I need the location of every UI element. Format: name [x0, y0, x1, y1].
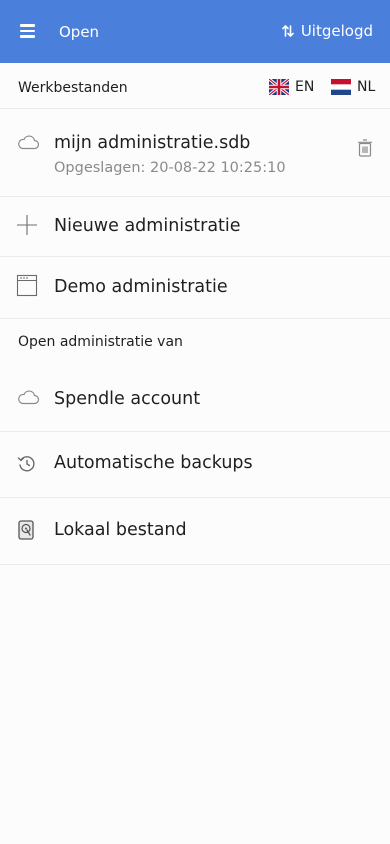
workfiles-heading: Werkbestanden	[18, 80, 128, 96]
spendle-account-row[interactable]: Spendle account	[0, 372, 390, 430]
new-administration-label: Nieuwe administratie	[54, 216, 241, 236]
automatic-backups-row[interactable]: Automatische backups	[0, 432, 390, 496]
demo-administration-row[interactable]: Demo administratie	[0, 257, 390, 317]
language-en-label: EN	[295, 79, 315, 95]
page-title: Open	[59, 23, 100, 41]
divider	[0, 564, 390, 565]
document-icon	[16, 274, 38, 297]
cloud-icon	[18, 135, 40, 150]
divider	[0, 318, 390, 319]
new-administration-row[interactable]: Nieuwe administratie	[0, 197, 390, 255]
nl-flag-icon	[331, 79, 351, 95]
file-row[interactable]: mijn administratie.sdb Opgeslagen: 20-08…	[0, 120, 390, 194]
app-header: Open Uitgelogd	[0, 0, 390, 63]
file-saved-timestamp: Opgeslagen: 20-08-22 10:25:10	[54, 160, 286, 176]
login-status-button[interactable]: Uitgelogd	[282, 20, 373, 42]
swap-arrows-icon	[282, 25, 294, 37]
demo-administration-label: Demo administratie	[54, 277, 228, 297]
language-nl-button[interactable]: NL	[331, 79, 375, 95]
trash-icon[interactable]	[358, 139, 372, 157]
hard-drive-icon	[18, 520, 34, 540]
history-icon	[17, 456, 35, 472]
divider	[0, 108, 390, 109]
local-file-label: Lokaal bestand	[54, 520, 187, 540]
automatic-backups-label: Automatische backups	[54, 453, 253, 473]
login-status-label: Uitgelogd	[300, 22, 373, 40]
file-name: mijn administratie.sdb	[54, 133, 251, 153]
open-from-header: Open administratie van	[0, 334, 390, 354]
open-from-heading: Open administratie van	[18, 334, 183, 350]
hamburger-menu-icon[interactable]	[20, 24, 36, 38]
spendle-account-label: Spendle account	[54, 389, 201, 409]
cloud-icon	[18, 390, 40, 405]
plus-icon	[17, 215, 37, 235]
language-en-button[interactable]: EN	[269, 79, 314, 95]
uk-flag-icon	[269, 79, 289, 95]
local-file-row[interactable]: Lokaal bestand	[0, 498, 390, 564]
language-nl-label: NL	[357, 79, 376, 95]
